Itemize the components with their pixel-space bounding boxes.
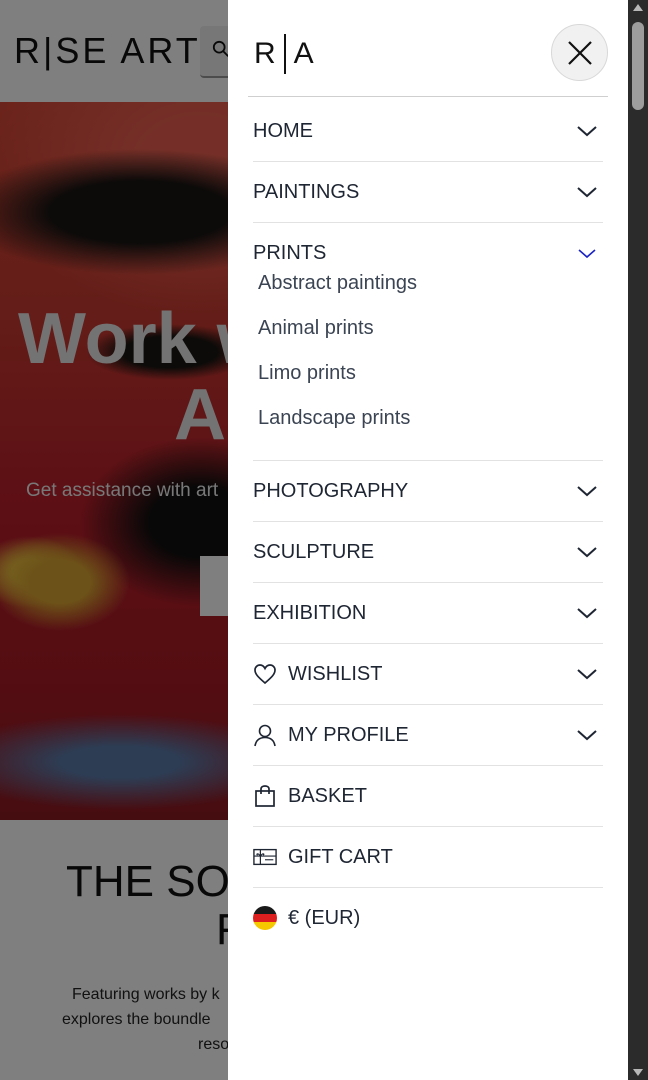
- menu-label: HOME: [253, 119, 313, 142]
- germany-flag-icon: [253, 906, 277, 930]
- submenu-item[interactable]: Landscape prints: [258, 407, 603, 452]
- menu-label: SCULPTURE: [253, 540, 375, 563]
- menu-row-exhibition[interactable]: EXHIBITION: [253, 583, 603, 643]
- shopping-bag-icon: [253, 784, 277, 808]
- navigation-drawer: R A HOME PAINTINGS PRINTS Abstract paint…: [228, 0, 628, 1080]
- chevron-down-icon: [577, 187, 597, 198]
- heart-icon: [253, 662, 277, 686]
- menu-label: PAINTINGS: [253, 180, 360, 203]
- user-icon: [253, 723, 277, 747]
- scroll-thumb[interactable]: [632, 22, 644, 110]
- menu-row-photography[interactable]: PHOTOGRAPHY: [253, 461, 603, 521]
- drawer-header: R A: [248, 0, 608, 97]
- menu-label: € (EUR): [288, 906, 361, 929]
- drawer-menu: HOME PAINTINGS PRINTS Abstract paintings…: [253, 101, 603, 948]
- menu-row-wishlist[interactable]: WISHLIST: [253, 644, 603, 704]
- menu-item-exhibition: EXHIBITION: [253, 583, 603, 644]
- menu-item-home: HOME: [253, 101, 603, 162]
- menu-row-sculpture[interactable]: SCULPTURE: [253, 522, 603, 582]
- menu-item-currency: € (EUR): [253, 888, 603, 948]
- chevron-down-icon: [577, 547, 597, 558]
- drawer-logo[interactable]: R A: [254, 34, 314, 74]
- menu-label: PHOTOGRAPHY: [253, 479, 409, 502]
- submenu-item[interactable]: Limo prints: [258, 362, 603, 407]
- chevron-down-icon: [577, 126, 597, 137]
- gift-card-icon: [253, 845, 277, 869]
- drawer-logo-left: R: [254, 37, 276, 70]
- chevron-down-icon: [577, 669, 597, 680]
- menu-label: WISHLIST: [288, 662, 383, 685]
- menu-row-my-profile[interactable]: MY PROFILE: [253, 705, 603, 765]
- menu-item-sculpture: SCULPTURE: [253, 522, 603, 583]
- menu-item-basket: BASKET: [253, 766, 603, 827]
- menu-item-my-profile: MY PROFILE: [253, 705, 603, 766]
- close-button[interactable]: [551, 24, 608, 81]
- menu-row-paintings[interactable]: PAINTINGS: [253, 162, 603, 222]
- menu-row-currency[interactable]: € (EUR): [253, 888, 603, 948]
- scroll-down-arrow-icon[interactable]: [633, 1069, 643, 1076]
- menu-row-gift-cart[interactable]: GIFT CART: [253, 827, 603, 887]
- close-icon: [567, 40, 592, 65]
- menu-label: GIFT CART: [288, 845, 393, 868]
- chevron-down-icon: [577, 608, 597, 619]
- prints-submenu: Abstract paintings Animal prints Limo pr…: [253, 272, 603, 460]
- menu-label: EXHIBITION: [253, 601, 367, 624]
- menu-item-paintings: PAINTINGS: [253, 162, 603, 223]
- menu-item-photography: PHOTOGRAPHY: [253, 461, 603, 522]
- menu-item-gift-cart: GIFT CART: [253, 827, 603, 888]
- logo-divider: [283, 34, 286, 74]
- drawer-logo-right: A: [293, 37, 314, 70]
- menu-row-basket[interactable]: BASKET: [253, 766, 603, 826]
- chevron-down-icon: [578, 249, 596, 259]
- menu-row-home[interactable]: HOME: [253, 101, 603, 161]
- menu-label: BASKET: [288, 784, 367, 807]
- scroll-up-arrow-icon[interactable]: [633, 4, 643, 11]
- menu-item-wishlist: WISHLIST: [253, 644, 603, 705]
- submenu-item[interactable]: Animal prints: [258, 317, 603, 362]
- chevron-down-icon: [577, 486, 597, 497]
- page-scrollbar[interactable]: [628, 0, 648, 1080]
- menu-label: PRINTS: [253, 241, 327, 264]
- menu-label: MY PROFILE: [288, 723, 409, 746]
- menu-item-prints: PRINTS Abstract paintings Animal prints …: [253, 223, 603, 461]
- submenu-item[interactable]: Abstract paintings: [258, 272, 603, 317]
- chevron-down-icon: [577, 730, 597, 741]
